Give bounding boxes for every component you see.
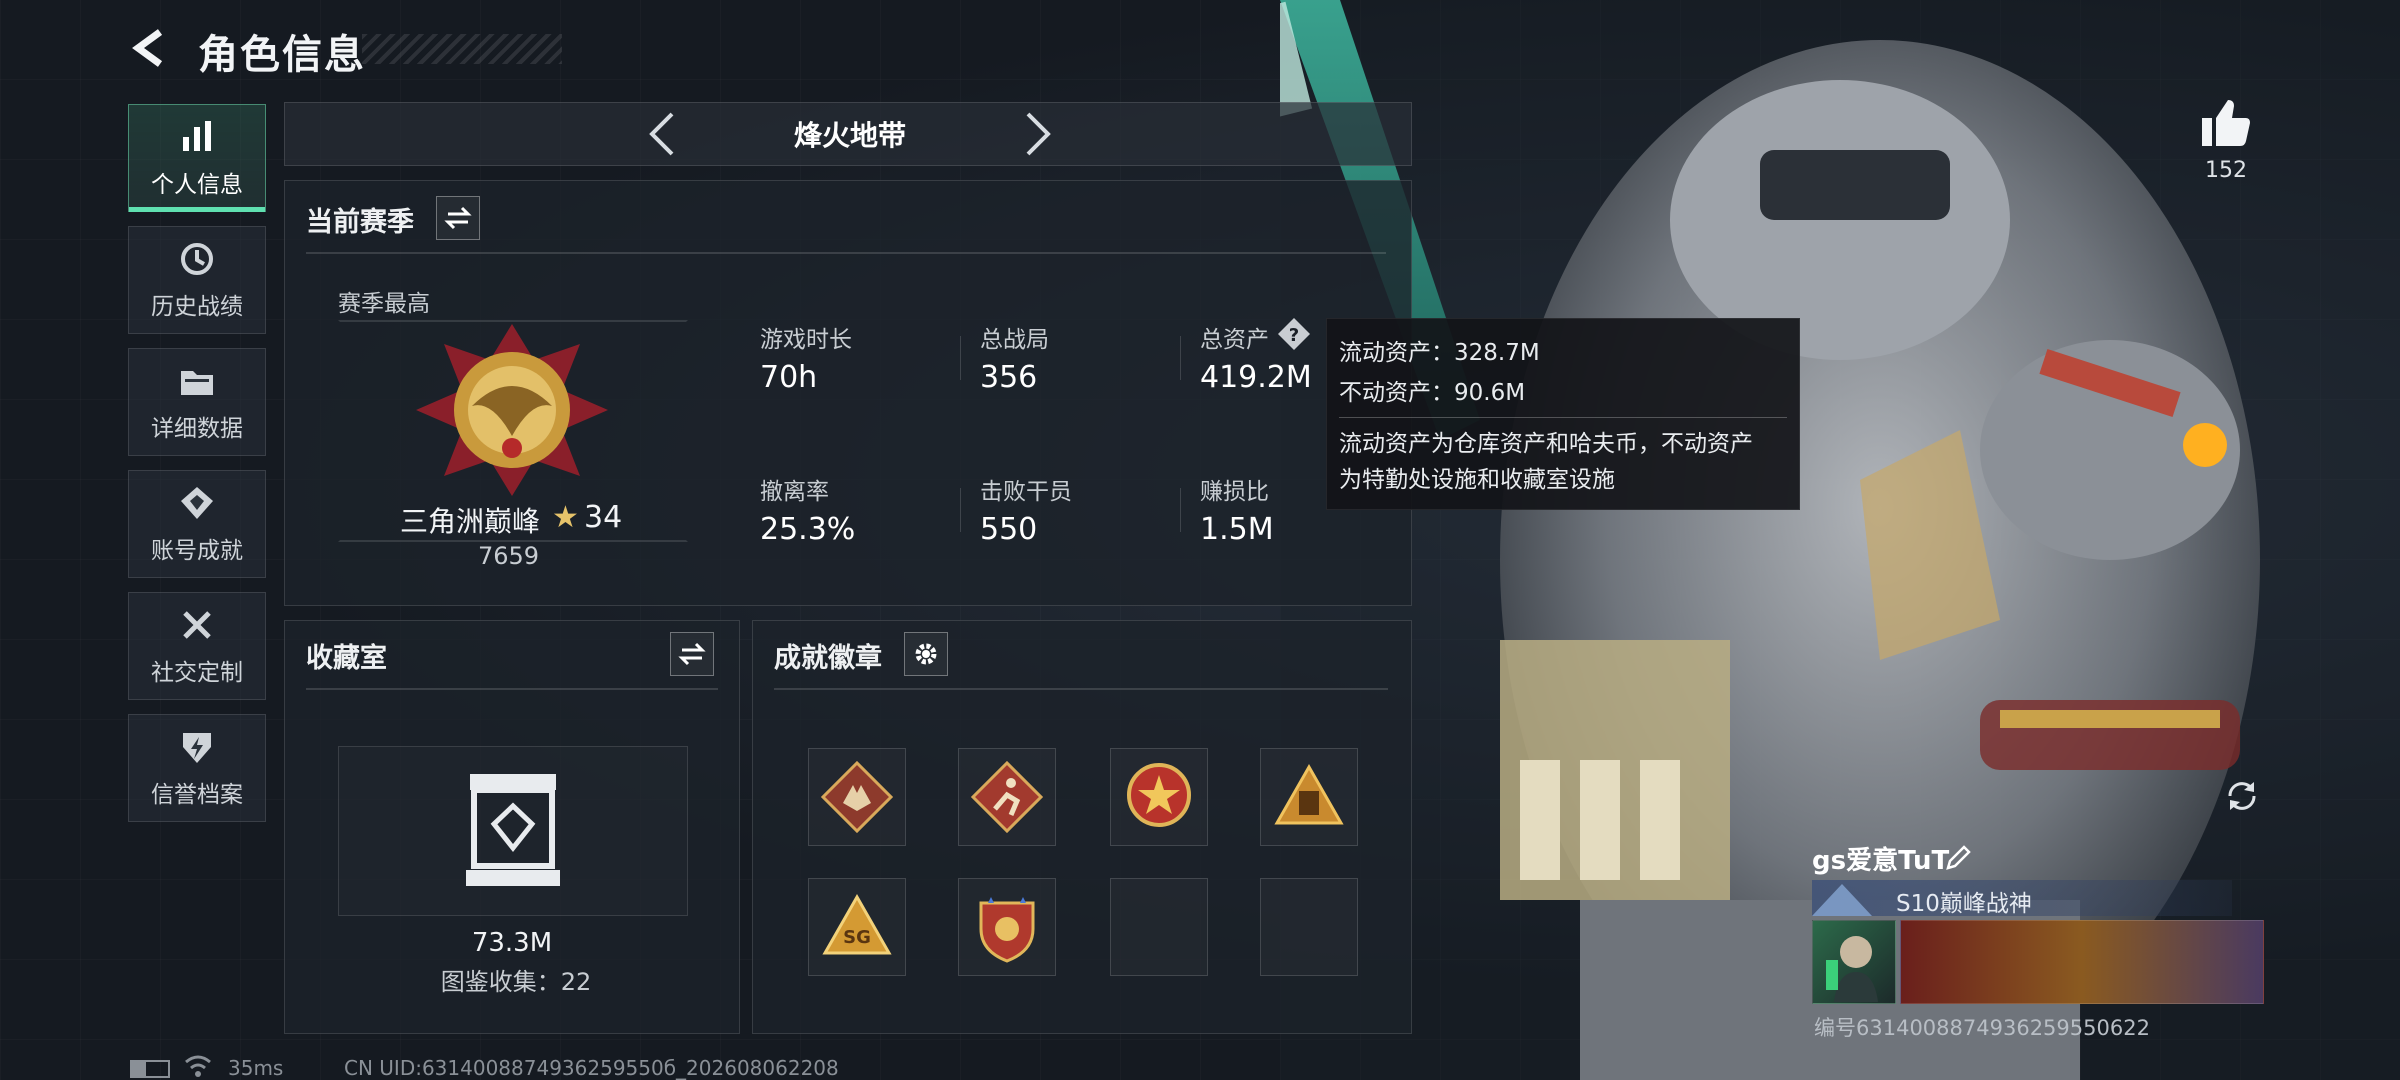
network-ping: 35ms bbox=[228, 1056, 284, 1080]
shield-bolt-icon bbox=[183, 733, 211, 763]
title-decoration bbox=[362, 34, 562, 64]
rotate-view-icon[interactable] bbox=[2222, 776, 2262, 816]
collection-panel-title: 收藏室 bbox=[306, 643, 387, 674]
badge-slot-empty[interactable] bbox=[1110, 878, 1208, 976]
player-id: 编号6314008874936259550622 bbox=[1814, 1016, 2150, 1040]
star-medal-icon bbox=[1127, 763, 1191, 827]
sidebar-item-label: 账号成就 bbox=[151, 538, 243, 564]
stat-value-profit-loss: 1.5M bbox=[1200, 512, 1274, 547]
stat-value-total-assets: 419.2M bbox=[1200, 360, 1312, 395]
collection-value: 73.3M bbox=[471, 928, 553, 958]
badge-slot[interactable] bbox=[808, 748, 906, 846]
collection-count: 图鉴收集：22 bbox=[440, 968, 592, 996]
stat-value-extraction-rate: 25.3% bbox=[760, 512, 856, 547]
stat-value-operators-defeated: 550 bbox=[980, 512, 1038, 547]
swap-arrows-icon bbox=[444, 206, 472, 230]
assets-tooltip: 流动资产：328.7M 不动资产：90.6M 流动资产为仓库资产和哈夫币，不动资… bbox=[1326, 318, 1800, 510]
badge-slot-empty[interactable] bbox=[1260, 878, 1358, 976]
stat-label-total-matches: 总战局 bbox=[980, 327, 1049, 353]
help-question-icon[interactable]: ? bbox=[1276, 316, 1312, 352]
title-emblem-icon bbox=[1812, 884, 1872, 916]
sidebar-item-personal-info[interactable]: 个人信息 bbox=[128, 104, 266, 212]
shield-star-badge-icon bbox=[979, 897, 1035, 963]
sg-triangle-badge-icon: SG bbox=[822, 893, 892, 955]
svg-text:SG: SG bbox=[843, 927, 871, 948]
divider bbox=[774, 688, 1388, 690]
back-arrow-icon[interactable] bbox=[128, 26, 172, 70]
sidebar-item-label: 详细数据 bbox=[151, 416, 243, 442]
sidebar-item-label: 社交定制 bbox=[151, 660, 243, 686]
player-name: gs爱意TuT bbox=[1812, 846, 1950, 876]
season-switch-button[interactable] bbox=[436, 196, 480, 240]
battery-icon bbox=[130, 1060, 170, 1078]
sidebar-item-account-achievements[interactable]: 账号成就 bbox=[128, 470, 266, 578]
season-best-label: 赛季最高 bbox=[338, 291, 430, 317]
badges-settings-button[interactable] bbox=[904, 632, 948, 676]
stat-label-total-assets: 总资产 bbox=[1200, 327, 1269, 353]
sidebar-item-history[interactable]: 历史战绩 bbox=[128, 226, 266, 334]
display-cabinet-icon bbox=[466, 774, 560, 886]
collection-switch-button[interactable] bbox=[670, 632, 714, 676]
season-panel-title: 当前赛季 bbox=[306, 207, 414, 238]
star-icon: ★ bbox=[552, 500, 579, 535]
tooltip-fixed-assets: 不动资产：90.6M bbox=[1339, 380, 1526, 406]
divider bbox=[306, 688, 718, 690]
badge-slot[interactable] bbox=[1260, 748, 1358, 846]
badge-slot[interactable] bbox=[958, 878, 1056, 976]
rank-stars: 34 bbox=[584, 500, 623, 535]
divider bbox=[960, 488, 961, 532]
sidebar-item-detailed-data[interactable]: 详细数据 bbox=[128, 348, 266, 456]
history-clock-icon bbox=[181, 243, 213, 275]
wifi-icon bbox=[185, 1055, 211, 1077]
stat-value-total-matches: 356 bbox=[980, 360, 1038, 395]
sidebar-item-credit-record[interactable]: 信誉档案 bbox=[128, 714, 266, 822]
badges-panel-title: 成就徽章 bbox=[774, 643, 882, 674]
achievement-badge-icon bbox=[181, 487, 213, 519]
divider bbox=[306, 252, 1386, 254]
stat-value-play-time: 70h bbox=[760, 360, 818, 395]
game-mode-label: 烽火地带 bbox=[793, 119, 906, 152]
badge-slot[interactable]: SG bbox=[808, 878, 906, 976]
thumbs-up-icon[interactable] bbox=[2200, 98, 2252, 148]
runner-badge-icon bbox=[971, 761, 1043, 833]
tooltip-description-line1: 流动资产为仓库资产和哈夫币，不动资产 bbox=[1339, 431, 1753, 457]
tooltip-liquid-assets: 流动资产：328.7M bbox=[1339, 340, 1540, 366]
stat-label-operators-defeated: 击败干员 bbox=[980, 479, 1072, 505]
sidebar-item-social-customize[interactable]: 社交定制 bbox=[128, 592, 266, 700]
avatar-portrait-icon bbox=[1826, 936, 1878, 1002]
player-name-card[interactable] bbox=[1900, 920, 2264, 1004]
swap-arrows-icon bbox=[678, 642, 706, 666]
rank-score: 7659 bbox=[478, 542, 540, 570]
tooltip-description-line2: 为特勤处设施和收藏室设施 bbox=[1339, 467, 1615, 493]
pyramid-badge-icon bbox=[1274, 763, 1344, 825]
folder-icon bbox=[181, 371, 213, 395]
rank-emblem-icon bbox=[416, 324, 608, 496]
divider bbox=[1180, 336, 1181, 380]
stat-label-profit-loss: 赚损比 bbox=[1200, 479, 1269, 505]
user-uid: CN UID:6314008874936259550б_202608062208 bbox=[344, 1056, 839, 1080]
rank-name: 三角洲巅峰 bbox=[400, 505, 541, 538]
badge-slot[interactable] bbox=[1110, 748, 1208, 846]
player-title: S10巅峰战神 bbox=[1896, 891, 2032, 917]
likes-count: 152 bbox=[2205, 158, 2247, 183]
page-title: 角色信息 bbox=[198, 32, 366, 78]
stat-label-extraction-rate: 撤离率 bbox=[760, 479, 829, 505]
svg-text:?: ? bbox=[1289, 325, 1299, 346]
divider bbox=[1339, 417, 1787, 418]
stat-label-play-time: 游戏时长 bbox=[760, 327, 852, 353]
tools-icon bbox=[183, 611, 211, 639]
bar-chart-icon bbox=[183, 121, 211, 151]
badge-slot[interactable] bbox=[958, 748, 1056, 846]
divider bbox=[960, 336, 961, 380]
sidebar-item-label: 信誉档案 bbox=[151, 782, 243, 808]
wolf-badge-icon bbox=[821, 761, 893, 833]
sidebar-item-label: 历史战绩 bbox=[151, 294, 243, 320]
gear-icon bbox=[915, 643, 937, 665]
chevron-left-icon[interactable] bbox=[644, 110, 680, 158]
edit-pencil-icon[interactable] bbox=[1944, 844, 1972, 872]
sidebar-item-label: 个人信息 bbox=[151, 172, 243, 198]
divider bbox=[1180, 488, 1181, 532]
chevron-right-icon[interactable] bbox=[1020, 110, 1056, 158]
